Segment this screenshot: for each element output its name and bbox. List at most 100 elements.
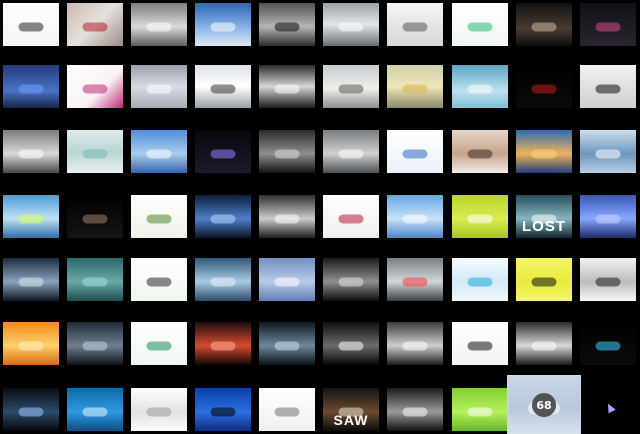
thumb-gray-swirl[interactable] — [580, 258, 636, 301]
thumb-selected-car[interactable]: 68 — [507, 375, 581, 434]
thumb-blue-figure-light[interactable] — [580, 195, 636, 238]
thumb-blue-sky-clouds[interactable] — [195, 3, 251, 46]
thumb-green-leaf[interactable] — [131, 322, 187, 365]
thumb-blue-wave[interactable] — [580, 130, 636, 173]
thumb-silver-convertible[interactable] — [3, 130, 59, 173]
thumbnail-subject — [338, 22, 364, 32]
thumb-red-floral[interactable] — [323, 195, 379, 238]
thumbnail-subject — [274, 149, 300, 159]
thumb-yellow-face[interactable] — [516, 258, 572, 301]
thumb-red-lips-dark[interactable] — [516, 65, 572, 108]
thumb-neon-swirl[interactable] — [580, 322, 636, 365]
thumb-cube-wireframe[interactable] — [259, 258, 315, 301]
thumb-silver-car-side[interactable] — [516, 322, 572, 365]
thumb-woman-bw[interactable] — [323, 258, 379, 301]
thumb-blue-concept-car[interactable] — [3, 258, 59, 301]
thumb-car-street[interactable] — [387, 258, 443, 301]
thumb-teal-logo[interactable] — [452, 65, 508, 108]
thumbnail-subject — [82, 84, 108, 94]
thumb-black-sedan[interactable] — [323, 322, 379, 365]
thumb-blue-water[interactable] — [131, 130, 187, 173]
thumb-white-sketch[interactable] — [259, 388, 315, 431]
thumb-purple-ribbon[interactable] — [195, 130, 251, 173]
thumb-gray-landscape[interactable] — [131, 3, 187, 46]
thumbnail-subject — [402, 149, 428, 159]
thumb-red-figure[interactable] — [67, 3, 123, 46]
thumb-blue-crouching[interactable] — [195, 388, 251, 431]
thumb-blue-rays[interactable] — [195, 258, 251, 301]
thumb-car-gray[interactable] — [323, 130, 379, 173]
thumb-green-swirl[interactable] — [452, 3, 508, 46]
thumbnail-subject — [467, 277, 493, 287]
thumbnail-subject — [595, 277, 621, 287]
thumb-blue-texture[interactable] — [3, 65, 59, 108]
thumbnail-subject — [531, 277, 557, 287]
thumb-black-car[interactable] — [259, 3, 315, 46]
thumbnail-subject — [82, 214, 108, 224]
thumbnail-subject — [531, 84, 557, 94]
thumbnail-subject — [467, 407, 493, 417]
thumb-sunset-sea[interactable] — [516, 130, 572, 173]
thumbnail-subject — [595, 214, 621, 224]
thumbnail-subject — [210, 277, 236, 287]
thumb-orange-glow[interactable] — [3, 322, 59, 365]
thumb-saw-poster[interactable]: SAW — [323, 388, 379, 431]
thumb-woman-portrait[interactable] — [452, 130, 508, 173]
thumbnail-subject — [338, 84, 364, 94]
thumb-blue-paint[interactable] — [387, 195, 443, 238]
thumbnail-subject — [210, 407, 236, 417]
thumb-lost-title[interactable]: LOST — [516, 195, 572, 238]
thumb-bw-abstract[interactable] — [259, 65, 315, 108]
thumb-dark-face[interactable] — [67, 195, 123, 238]
thumb-teal-pattern[interactable] — [67, 258, 123, 301]
thumbnail-subject — [146, 341, 172, 351]
thumb-blue-abstract[interactable] — [195, 195, 251, 238]
thumbnail-subject — [531, 149, 557, 159]
thumb-dark-car-road[interactable] — [259, 130, 315, 173]
thumbnail-subject — [531, 341, 557, 351]
thumb-gray-car[interactable] — [259, 195, 315, 238]
thumb-car-beach[interactable] — [323, 65, 379, 108]
thumbnail-grid: LOST SAW 68 — [0, 0, 640, 434]
thumb-dark-flower[interactable] — [67, 322, 123, 365]
thumb-blue-figure[interactable] — [3, 195, 59, 238]
thumb-car-sketch[interactable] — [387, 3, 443, 46]
thumb-silver-sphere[interactable] — [131, 388, 187, 431]
thumb-red-burst[interactable] — [195, 322, 251, 365]
thumb-green-gradient[interactable] — [452, 388, 508, 431]
thumb-hair-swirl[interactable] — [580, 65, 636, 108]
thumb-blonde-woman[interactable] — [387, 65, 443, 108]
thumbnail-subject — [210, 149, 236, 159]
thumb-white-splash[interactable] — [452, 322, 508, 365]
thumb-lime-green[interactable] — [452, 195, 508, 238]
thumb-teal-frame[interactable] — [67, 130, 123, 173]
thumb-dark-sports-car[interactable] — [3, 388, 59, 431]
thumbnail-subject — [467, 22, 493, 32]
thumbnail-subject — [146, 84, 172, 94]
thumbnail-subject — [274, 407, 300, 417]
thumbnail-subject — [82, 22, 108, 32]
thumbnail-subject — [210, 84, 236, 94]
thumb-mercedes-logo[interactable] — [387, 322, 443, 365]
thumb-green-skater[interactable] — [131, 258, 187, 301]
thumb-blue-apple[interactable] — [67, 388, 123, 431]
thumbnail-subject — [18, 341, 44, 351]
thumb-dark-figure[interactable] — [580, 3, 636, 46]
thumb-green-vines[interactable] — [131, 195, 187, 238]
thumbnail-subject — [274, 22, 300, 32]
thumb-gear-cyan[interactable] — [452, 258, 508, 301]
thumbnail-subject — [467, 84, 493, 94]
thumb-black-silhouette[interactable] — [387, 388, 443, 431]
thumb-dark-car-front[interactable] — [259, 322, 315, 365]
thumbnail-subject — [82, 277, 108, 287]
thumb-silver-car[interactable] — [323, 3, 379, 46]
thumb-silhouettes[interactable] — [3, 3, 59, 46]
thumb-pink-floral[interactable] — [67, 65, 123, 108]
thumb-white-car[interactable] — [195, 65, 251, 108]
thumbnail-subject — [402, 277, 428, 287]
thumb-woman-dark[interactable] — [516, 3, 572, 46]
thumb-gray-gradient[interactable] — [131, 65, 187, 108]
thumb-blue-swirl[interactable] — [387, 130, 443, 173]
thumbnail-subject — [146, 214, 172, 224]
thumbnail-subject — [402, 214, 428, 224]
